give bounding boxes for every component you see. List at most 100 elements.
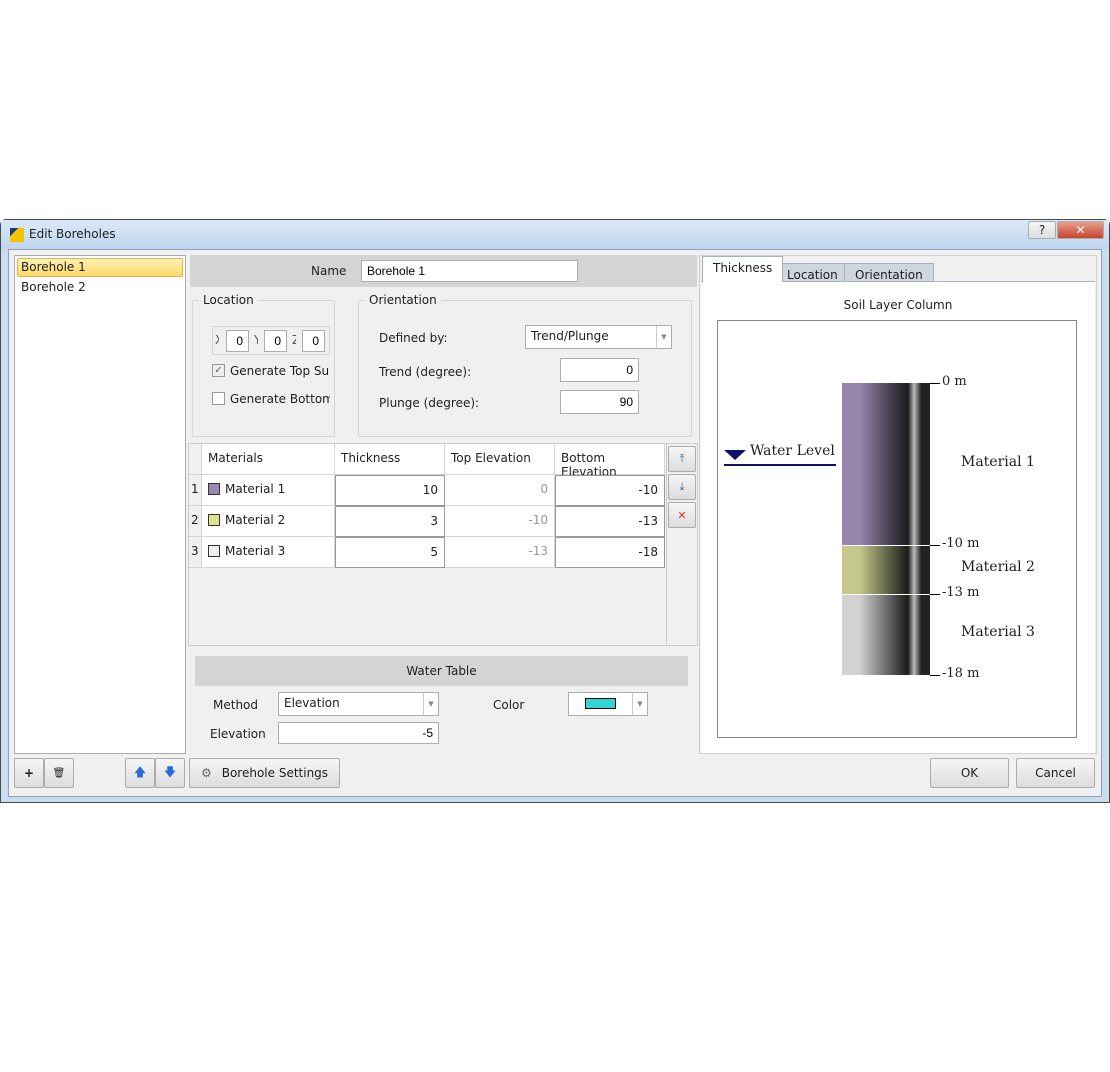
borehole-item[interactable]: Borehole 2	[17, 278, 183, 297]
ok-button[interactable]: OK	[930, 758, 1009, 788]
name-label: Name	[311, 264, 347, 278]
trend-input[interactable]	[560, 358, 639, 382]
delete-row-icon[interactable]: ✕	[668, 502, 696, 528]
method-select[interactable]: Elevation ▼	[278, 692, 439, 716]
z-input[interactable]	[302, 330, 325, 352]
row-number: 3	[189, 537, 202, 568]
trend-label: Trend (degree):	[379, 365, 472, 379]
water-color-swatch	[585, 698, 616, 709]
thickness-cell[interactable]: 3	[335, 506, 445, 537]
move-up-button[interactable]: 🡅	[125, 758, 155, 788]
defined-by-label: Defined by:	[379, 331, 448, 345]
insert-row-above-icon[interactable]: ⤒	[668, 446, 696, 472]
table-toolbar: ⤒ ⤓ ✕	[666, 444, 698, 646]
elevation-input[interactable]	[278, 722, 439, 744]
row-number: 1	[189, 475, 202, 506]
soil-layer	[842, 383, 930, 545]
water-table-header: Water Table	[195, 656, 688, 686]
insert-row-below-icon[interactable]: ⤓	[668, 474, 696, 500]
col-header-thickness: Thickness	[335, 444, 445, 475]
edit-boreholes-dialog: Edit Boreholes ? ✕ Borehole 1 Borehole 2…	[0, 219, 1110, 803]
defined-by-select[interactable]: Trend/Plunge ▼	[525, 325, 672, 349]
bottom-elevation-cell[interactable]: -10	[555, 475, 665, 506]
row-header-corner	[189, 444, 202, 475]
table-row-material[interactable]: Material 2	[202, 506, 335, 537]
layer-label: Material 2	[961, 559, 1035, 576]
generate-top-checkbox[interactable]: ✓	[212, 364, 225, 377]
depth-tick	[930, 674, 940, 676]
plunge-input[interactable]	[560, 390, 639, 414]
layer-boundary	[842, 593, 940, 595]
name-bar: Name	[190, 255, 697, 287]
bottom-elevation-cell[interactable]: -13	[555, 506, 665, 537]
delete-borehole-button[interactable]: 🗑	[44, 758, 74, 788]
borehole-settings-label: Borehole Settings	[221, 766, 329, 780]
material-color-swatch	[208, 545, 220, 557]
col-header-materials: Materials	[202, 444, 335, 475]
defined-by-value: Trend/Plunge	[531, 329, 609, 343]
y-label: Y	[254, 333, 258, 347]
depth-tick	[930, 545, 940, 546]
orientation-label: Orientation	[365, 293, 441, 307]
add-borehole-button[interactable]: +	[14, 758, 44, 788]
soil-layer	[842, 545, 930, 594]
title-bar: Edit Boreholes ? ✕	[1, 220, 1109, 249]
chevron-down-icon: ▼	[423, 693, 438, 715]
generate-bottom-checkbox[interactable]	[212, 392, 225, 405]
material-color-swatch	[208, 514, 220, 526]
cancel-button[interactable]: Cancel	[1016, 758, 1095, 788]
location-group: Location X Y Z ✓ Generate Top Surfa Gene…	[192, 293, 335, 437]
soil-column-chart: Material 1 Material 2 Material 3 0 m -10…	[717, 320, 1077, 738]
thickness-cell[interactable]: 5	[335, 537, 445, 568]
move-down-button[interactable]: 🡇	[155, 758, 185, 788]
depth-tick-label: -10 m	[942, 536, 980, 551]
depth-tick-label: -13 m	[942, 584, 980, 600]
chevron-down-icon: ▼	[656, 326, 671, 348]
method-label: Method	[213, 698, 259, 712]
materials-table: Materials Thickness Top Elevation Bottom…	[188, 443, 698, 646]
soil-layer	[842, 593, 930, 675]
layer-label: Material 1	[961, 454, 1035, 470]
material-color-swatch	[208, 483, 220, 495]
color-picker[interactable]: ▼	[568, 692, 648, 716]
app-icon	[10, 228, 24, 242]
top-elevation-cell: -10	[445, 506, 555, 537]
y-input[interactable]	[264, 330, 287, 352]
thickness-cell[interactable]: 10	[335, 475, 445, 506]
color-label: Color	[493, 698, 525, 712]
top-elevation-cell: 0	[445, 475, 555, 506]
close-button[interactable]: ✕	[1057, 221, 1104, 239]
table-row-material[interactable]: Material 1	[202, 475, 335, 506]
water-level-line	[724, 464, 836, 466]
layer-label: Material 3	[961, 624, 1035, 641]
dialog-body: Borehole 1 Borehole 2 Name Location X Y …	[8, 249, 1102, 797]
table-row-material[interactable]: Material 3	[202, 537, 335, 568]
chevron-down-icon: ▼	[632, 693, 647, 715]
x-input[interactable]	[226, 330, 249, 352]
bottom-elevation-cell[interactable]: -18	[555, 537, 665, 568]
location-label: Location	[199, 293, 258, 307]
help-button[interactable]: ?	[1028, 221, 1056, 239]
layer-boundary	[842, 674, 940, 676]
depth-tick	[930, 593, 940, 595]
window-title: Edit Boreholes	[29, 227, 116, 241]
x-label: X	[215, 333, 219, 347]
orientation-group: Orientation Defined by: Trend/Plunge ▼ T…	[358, 293, 692, 437]
tab-thickness[interactable]: Thickness	[702, 256, 784, 282]
gear-icon: ⚙	[200, 766, 212, 780]
water-level-triangle-icon	[724, 450, 746, 460]
material-name: Material 2	[225, 513, 286, 527]
z-label: Z	[292, 333, 296, 347]
layer-boundary	[842, 545, 940, 546]
depth-tick-label: 0 m	[942, 374, 967, 389]
row-number: 2	[189, 506, 202, 537]
plunge-label: Plunge (degree):	[379, 396, 480, 410]
borehole-settings-button[interactable]: ⚙ Borehole Settings	[189, 758, 340, 788]
name-input[interactable]	[361, 260, 578, 282]
material-name: Material 3	[225, 544, 286, 558]
generate-top-label: Generate Top Surfa	[230, 364, 330, 378]
elevation-label: Elevation	[210, 727, 266, 741]
borehole-item[interactable]: Borehole 1	[17, 258, 183, 277]
top-elevation-cell: -13	[445, 537, 555, 568]
water-level-label: Water Level	[750, 443, 835, 459]
